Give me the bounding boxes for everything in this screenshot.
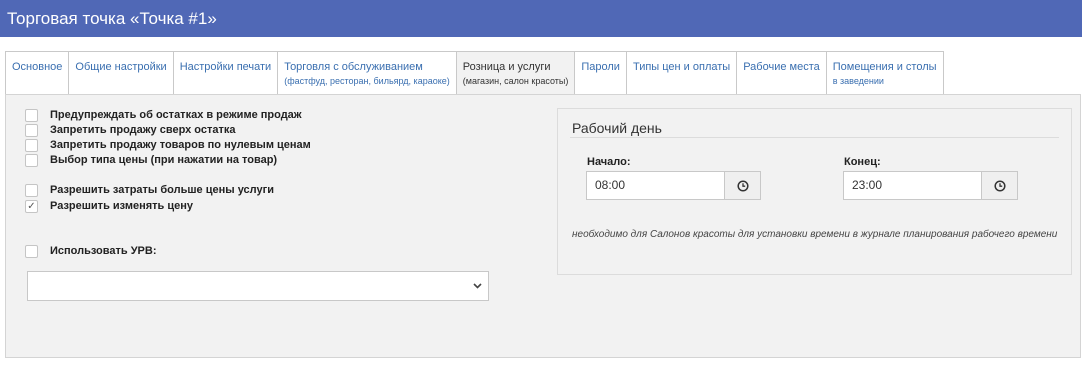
- clock-icon: [737, 180, 749, 192]
- end-time-input[interactable]: 23:00: [843, 171, 982, 200]
- option-label: Использовать УРВ:: [50, 245, 157, 257]
- urv-select[interactable]: [27, 271, 489, 301]
- tab-service-trade[interactable]: Торговля с обслуживанием (фастфуд, рестор…: [277, 51, 456, 95]
- tab-label: Общие настройки: [75, 61, 167, 73]
- window-title: Торговая точка «Точка #1»: [0, 0, 1082, 37]
- option-forbid-over-stock[interactable]: Запретить продажу сверх остатка: [25, 123, 236, 137]
- tab-label: Основное: [12, 61, 63, 73]
- checkbox-checked[interactable]: ✓: [25, 199, 38, 213]
- settings-tabs: Основное Общие настройки Настройки печат…: [5, 51, 944, 96]
- option-forbid-zero-price[interactable]: Запретить продажу товаров по нулевым цен…: [25, 138, 311, 152]
- tab-label: Торговля с обслуживанием: [284, 61, 423, 73]
- option-use-urv[interactable]: Использовать УРВ:: [25, 244, 157, 258]
- tab-sublabel: (магазин, салон красоты): [462, 76, 569, 86]
- end-time-picker-button[interactable]: [981, 171, 1018, 200]
- tab-sublabel: (фастфуд, ресторан, бильярд, караоке): [284, 76, 450, 86]
- workday-box: Рабочий день Начало: 08:00 Конец: 23:00 …: [557, 108, 1072, 275]
- checkbox[interactable]: [25, 244, 38, 258]
- workday-title: Рабочий день: [572, 120, 662, 136]
- tab-main[interactable]: Основное: [5, 51, 69, 95]
- tab-label: Пароли: [581, 61, 620, 73]
- tab-retail-services[interactable]: Розница и услуги (магазин, салон красоты): [455, 51, 575, 96]
- tab-sublabel: в заведении: [832, 76, 884, 86]
- tab-label: Помещения и столы: [832, 61, 937, 73]
- option-label: Выбор типа цены (при нажатии на товар): [50, 154, 278, 166]
- clock-icon: [994, 180, 1006, 192]
- option-price-type-choice[interactable]: Выбор типа цены (при нажатии на товар): [25, 153, 277, 167]
- tab-label: Настройки печати: [179, 61, 272, 73]
- option-label: Запретить продажу сверх остатка: [50, 124, 236, 136]
- checkbox[interactable]: [25, 123, 38, 137]
- option-label: Запретить продажу товаров по нулевым цен…: [50, 139, 311, 151]
- option-label: Предупреждать об остатках в режиме прода…: [50, 109, 302, 121]
- tab-label: Типы цен и оплаты: [632, 61, 731, 73]
- checkbox[interactable]: [25, 153, 38, 167]
- checkbox[interactable]: [25, 108, 38, 122]
- option-allow-costs-over-price[interactable]: Разрешить затраты больше цены услуги: [25, 183, 274, 197]
- chevron-down-icon: [473, 281, 482, 291]
- checkbox[interactable]: [25, 183, 38, 197]
- option-label: Разрешить изменять цену: [50, 200, 194, 212]
- option-warn-stock[interactable]: Предупреждать об остатках в режиме прода…: [25, 108, 302, 122]
- tab-print-settings[interactable]: Настройки печати: [172, 51, 278, 95]
- option-allow-price-change[interactable]: ✓ Разрешить изменять цену: [25, 199, 193, 213]
- checkmark-icon: ✓: [27, 200, 36, 212]
- start-label: Начало:: [587, 156, 631, 168]
- tab-label: Рабочие места: [743, 61, 820, 73]
- tab-general-settings[interactable]: Общие настройки: [68, 51, 173, 95]
- tab-workplaces[interactable]: Рабочие места: [736, 51, 826, 95]
- divider: [570, 137, 1059, 138]
- start-time-input[interactable]: 08:00: [586, 171, 725, 200]
- start-time-picker-button[interactable]: [724, 171, 761, 200]
- workday-note: необходимо для Салонов красоты для устан…: [572, 229, 1058, 240]
- checkbox[interactable]: [25, 138, 38, 152]
- tab-rooms-tables[interactable]: Помещения и столы в заведении: [825, 51, 944, 95]
- tab-price-payment-types[interactable]: Типы цен и оплаты: [625, 51, 737, 95]
- option-label: Разрешить затраты больше цены услуги: [50, 184, 274, 196]
- tab-passwords[interactable]: Пароли: [574, 51, 626, 95]
- end-label: Конец:: [844, 156, 881, 168]
- tab-label: Розница и услуги: [462, 61, 551, 73]
